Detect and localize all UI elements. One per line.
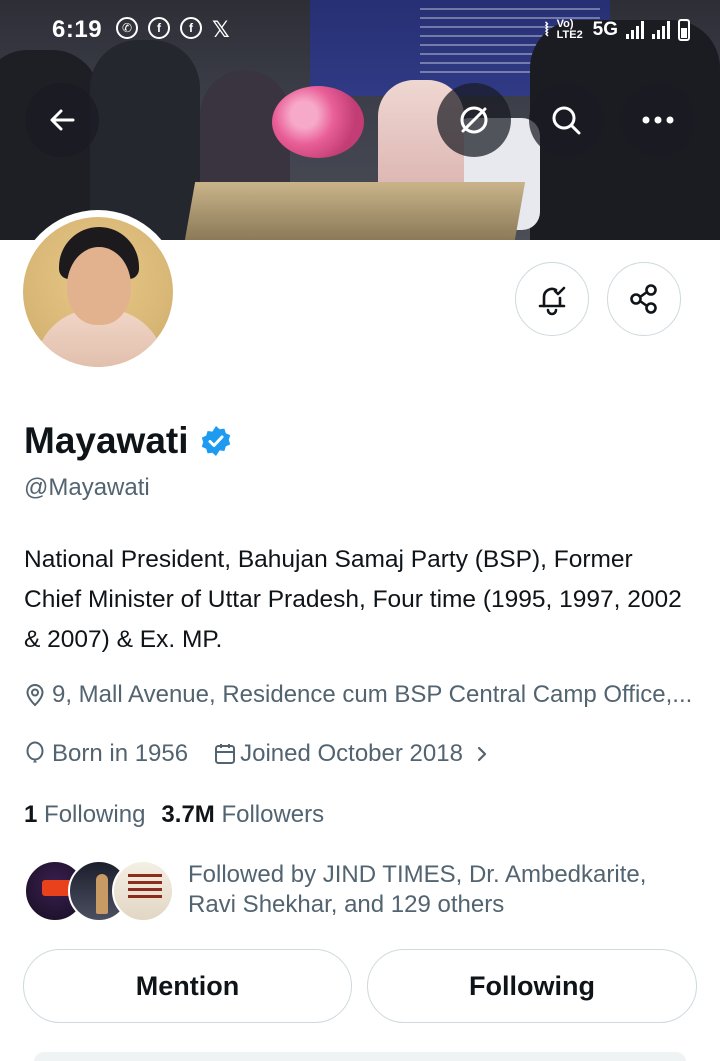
profile-dates: Born in 1956 Joined October 2018 <box>24 740 491 768</box>
bell-check-icon <box>538 286 566 316</box>
followers-label: Followers <box>221 801 325 828</box>
location-pin-icon <box>26 684 44 707</box>
grok-button[interactable] <box>437 83 511 157</box>
next-section-edge <box>34 1052 686 1061</box>
facebook-icon: f <box>148 17 171 39</box>
back-button[interactable] <box>25 83 99 157</box>
volte-indicator: Vo) LTE2 <box>556 18 583 41</box>
followers-count: 3.7M <box>161 801 215 828</box>
birthday-balloon-icon <box>26 741 44 763</box>
back-arrow-icon <box>50 109 75 131</box>
born-text: Born in 1956 <box>52 740 189 767</box>
location-text: 9, Mall Avenue, Residence cum BSP Centra… <box>52 681 693 708</box>
share-button[interactable] <box>607 262 681 336</box>
profile-location: 9, Mall Avenue, Residence cum BSP Centra… <box>24 681 696 709</box>
vibrate-icon: ⦚ <box>544 19 549 40</box>
profile-bio: National President, Bahujan Samaj Party … <box>24 546 682 653</box>
banner-bouquet <box>272 86 364 158</box>
whatsapp-icon: ✆ <box>116 17 139 39</box>
followers-stat[interactable]: 3.7M Followers <box>161 801 324 829</box>
following-stat[interactable]: 1 Following <box>24 801 145 829</box>
battery-icon <box>678 19 690 41</box>
profile-handle: @Mayawati <box>24 474 150 501</box>
mention-button[interactable]: Mention <box>23 949 352 1023</box>
profile-banner[interactable]: 6:19 ✆ f f 𝕏 ⦚ Vo) LTE2 5G <box>0 0 720 240</box>
avatar-face <box>67 247 131 325</box>
avatar-image <box>23 217 173 367</box>
network-type: 5G <box>592 19 618 40</box>
more-options-button[interactable] <box>621 83 695 157</box>
share-icon <box>630 284 657 314</box>
facebook-icon: f <box>180 17 203 39</box>
following-label: Following <box>44 801 146 828</box>
notification-icons: ✆ f f 𝕏 <box>116 17 230 43</box>
x-icon: 𝕏 <box>212 17 230 42</box>
verified-badge-icon[interactable] <box>199 424 233 458</box>
more-icon <box>642 116 674 124</box>
search-button[interactable] <box>529 83 603 157</box>
following-count: 1 <box>24 801 38 828</box>
chevron-right-icon[interactable] <box>473 744 491 764</box>
signal-icon <box>652 21 670 39</box>
status-time: 6:19 <box>52 16 103 43</box>
search-icon <box>552 106 581 135</box>
profile-name: Mayawati <box>24 420 189 461</box>
profile-avatar[interactable] <box>16 210 180 374</box>
follower-avatar-ravi-shekhar <box>112 860 174 922</box>
grok-icon <box>460 106 488 134</box>
calendar-icon <box>215 744 236 764</box>
followed-by-avatars[interactable] <box>24 860 174 922</box>
following-button[interactable]: Following <box>367 949 697 1023</box>
status-right: ⦚ Vo) LTE2 5G <box>545 19 690 41</box>
followed-by-text[interactable]: Followed by JIND TIMES, Dr. Ambedkarite,… <box>188 860 688 920</box>
profile-name-row: Mayawati <box>24 420 233 462</box>
status-bar: 6:19 ✆ f f 𝕏 ⦚ Vo) LTE2 5G <box>0 0 720 60</box>
signal-icon <box>626 21 644 39</box>
notifications-button[interactable] <box>515 262 589 336</box>
joined-text[interactable]: Joined October 2018 <box>240 740 463 768</box>
banner-table <box>184 182 526 240</box>
follow-stats: 1 Following 3.7M Followers <box>24 801 324 829</box>
